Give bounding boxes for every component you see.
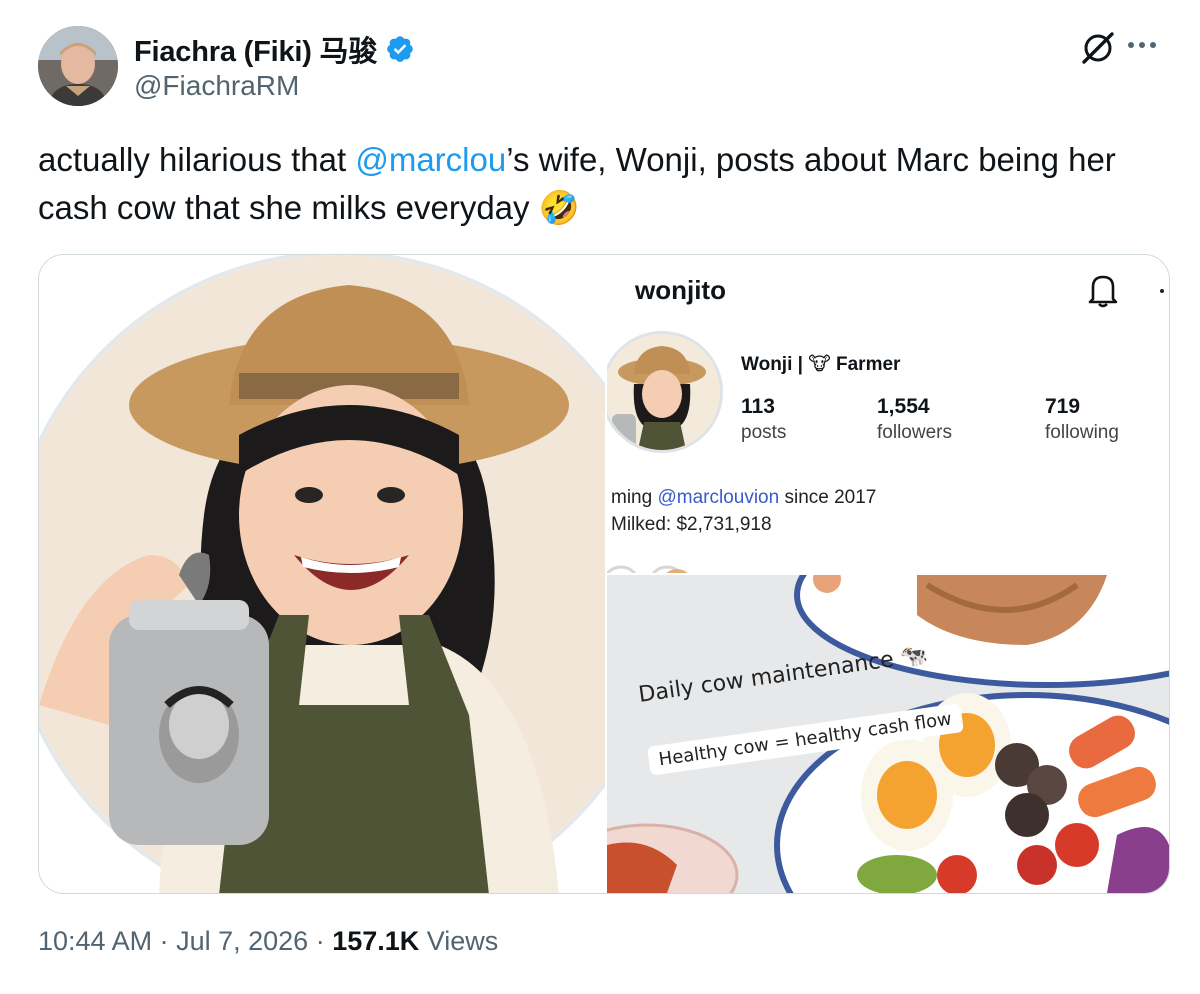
ig-bio-line-1: ming @marclouvion since 2017 — [611, 487, 876, 509]
mention-link[interactable]: @marclou — [355, 141, 506, 178]
tweet-card: Fiachra (Fiki) 马骏 @FiachraRM actually hi… — [0, 0, 1200, 994]
ig-bio-prefix: ming — [611, 487, 658, 508]
media-image-portrait[interactable] — [39, 255, 673, 893]
ig-menu-dot — [1160, 289, 1164, 293]
ig-bio-suffix: since 2017 — [779, 487, 877, 508]
tweet-time[interactable]: 10:44 AM — [38, 926, 152, 956]
ig-bio-line-2: Milked: $2,731,918 — [611, 514, 772, 535]
tweet-text: actually hilarious that @marclou’s wife,… — [38, 136, 1158, 232]
more-options-icon[interactable] — [1128, 42, 1156, 48]
media-grid[interactable]: wonjito Wonji | 🐮 Farmer 113 posts 1,554… — [38, 254, 1170, 894]
ig-bio-link: @marclouvion — [657, 487, 780, 508]
tweet-date[interactable]: Jul 7, 2026 — [176, 926, 308, 956]
author-avatar[interactable] — [38, 26, 118, 106]
ig-profile-avatar — [607, 331, 723, 453]
notification-bell-icon — [1088, 275, 1118, 308]
ig-followers-label: followers — [877, 422, 952, 443]
meta-separator: · — [152, 926, 177, 956]
ig-followers-count: 1,554 — [877, 395, 930, 418]
views-label: Views — [419, 926, 499, 956]
tweet-text-before: actually hilarious that — [38, 141, 356, 178]
author-name-row[interactable]: Fiachra (Fiki) 马骏 — [134, 28, 415, 70]
media-image-instagram-profile[interactable]: wonjito Wonji | 🐮 Farmer 113 posts 1,554… — [607, 255, 1169, 573]
ig-story-highlights — [607, 565, 688, 573]
portrait-illustration — [39, 255, 673, 893]
ig-display-name: Wonji | 🐮 Farmer — [741, 354, 901, 375]
verified-badge-icon — [387, 36, 413, 62]
tweet-meta: 10:44 AM · Jul 7, 2026 · 157.1K Views — [38, 926, 498, 957]
grok-icon[interactable] — [1080, 30, 1116, 66]
author-display-name[interactable]: Fiachra (Fiki) 马骏 — [134, 28, 377, 70]
ig-username: wonjito — [635, 275, 726, 305]
media-image-food[interactable]: Daily cow maintenance 🐄 Healthy cow = he… — [607, 575, 1169, 893]
ig-posts-count: 113 — [741, 395, 775, 418]
views-count: 157.1K — [332, 926, 420, 956]
ig-posts-label: posts — [741, 422, 787, 443]
ig-following-count: 719 — [1045, 395, 1081, 418]
ig-following-label: following — [1045, 422, 1119, 443]
meta-separator: · — [308, 926, 333, 956]
author-handle[interactable]: @FiachraRM — [134, 70, 299, 102]
